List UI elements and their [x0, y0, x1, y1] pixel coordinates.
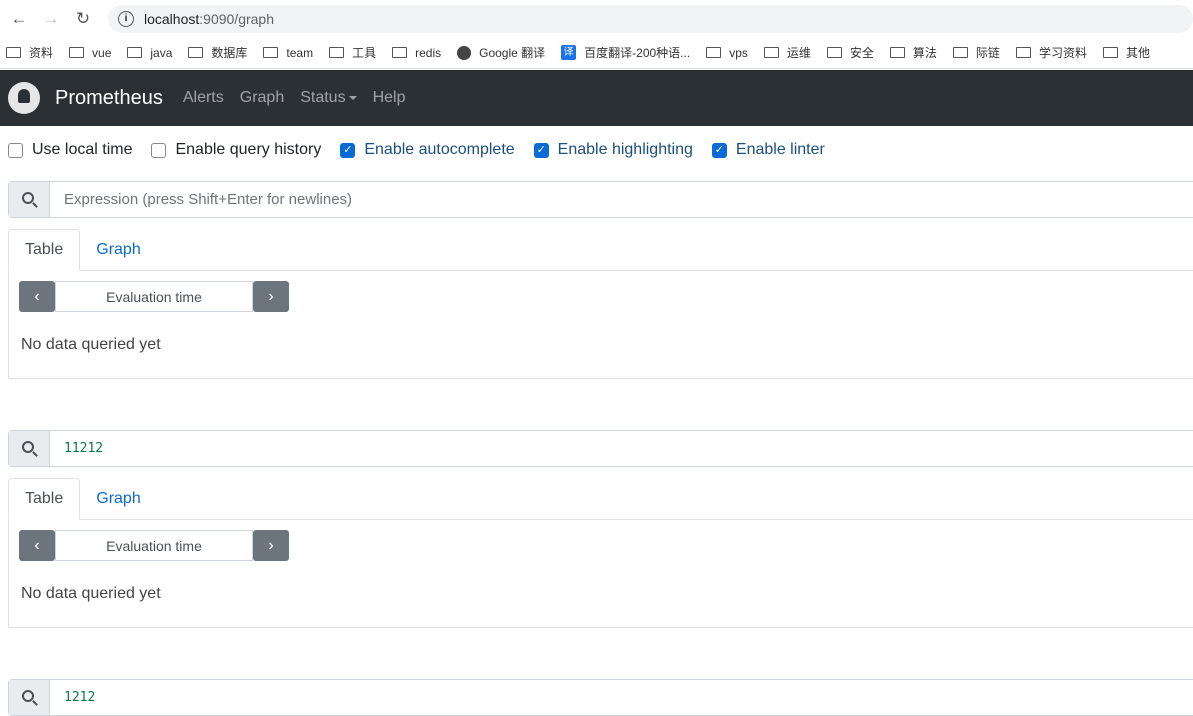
prometheus-logo[interactable]	[8, 82, 40, 114]
folder-icon	[1015, 47, 1031, 58]
tab-table[interactable]: Table	[8, 478, 81, 520]
nav-graph[interactable]: Graph	[240, 89, 284, 107]
evaluation-time-control: ‹ Evaluation time ›	[19, 530, 289, 561]
reload-icon[interactable]: ↻	[70, 9, 96, 29]
caret-down-icon	[348, 95, 357, 100]
folder-icon	[392, 47, 408, 58]
translate-icon: 译	[561, 45, 577, 60]
option-4[interactable]: ✓ Enable linter	[711, 141, 825, 159]
search-button[interactable]	[9, 431, 50, 466]
checkbox[interactable]	[8, 142, 23, 158]
folder-icon	[263, 47, 279, 58]
query-panel: 1212	[8, 679, 1193, 716]
folder-icon	[1102, 47, 1118, 58]
bookmarks-bar: 资料 vue java 数据库 team 工具 redis Google 翻译译百度翻译-20…	[0, 37, 1193, 69]
checkbox[interactable]	[151, 142, 167, 158]
expression-bar: 1212	[8, 679, 1193, 716]
bookmark[interactable]: 译百度翻译-200种语...	[561, 44, 690, 61]
tab-table[interactable]: Table	[8, 229, 81, 271]
checkbox[interactable]: ✓	[711, 142, 727, 158]
chevron-left-icon[interactable]: ‹	[19, 530, 55, 561]
table-view: ‹ Evaluation time › No data queried yet	[8, 520, 1193, 628]
evaluation-time-input[interactable]: Evaluation time	[55, 530, 253, 561]
options-bar: Use local time Enable query history ✓ Enabl…	[8, 141, 844, 159]
query-panel: 11212 Table Graph ‹ Evaluation time › No dat…	[8, 430, 1193, 628]
chevron-right-icon[interactable]: ›	[253, 530, 289, 561]
forward-icon[interactable]: →	[38, 9, 64, 29]
bookmark[interactable]: 学习资料	[1015, 44, 1087, 61]
search-button[interactable]	[9, 680, 50, 715]
folder-icon	[952, 47, 968, 58]
bookmark[interactable]: 其他	[1102, 44, 1150, 61]
panel-tabs: Table Graph	[8, 478, 1193, 520]
search-button[interactable]	[9, 182, 50, 217]
bookmark[interactable]: 算法	[889, 44, 937, 61]
browser-toolbar: ← → ↻ i localhost:9090/graph	[0, 0, 1193, 37]
folder-icon	[127, 47, 143, 58]
search-icon	[21, 192, 34, 204]
tab-graph[interactable]: Graph	[80, 229, 156, 270]
nav-alerts[interactable]: Alerts	[183, 89, 224, 107]
folder-icon	[6, 47, 21, 58]
info-icon[interactable]: i	[118, 10, 134, 27]
evaluation-time-control: ‹ Evaluation time ›	[19, 281, 289, 312]
chevron-left-icon[interactable]: ‹	[19, 281, 55, 312]
expression-input[interactable]: 1212	[50, 680, 1193, 715]
folder-icon	[706, 47, 722, 58]
table-view: ‹ Evaluation time › No data queried yet	[8, 271, 1193, 379]
search-icon	[21, 441, 34, 453]
bookmark[interactable]: 资料	[6, 44, 53, 61]
expression-bar: Expression (press Shift+Enter for newlin…	[8, 181, 1193, 218]
expression-input[interactable]: 11212	[50, 431, 1193, 466]
folder-icon	[763, 47, 779, 58]
folder-icon	[329, 47, 345, 58]
back-icon[interactable]: ←	[6, 9, 32, 29]
navbar: Prometheus Alerts Graph Status Help	[0, 70, 1193, 126]
folder-icon	[69, 47, 85, 58]
bookmark[interactable]: 际链	[952, 44, 1000, 61]
query-panel: Expression (press Shift+Enter for newlin…	[8, 181, 1193, 379]
bookmark[interactable]: 安全	[826, 44, 874, 61]
option-3[interactable]: ✓ Enable highlighting	[533, 141, 693, 159]
option-1[interactable]: Enable query history	[151, 141, 321, 159]
folder-icon	[826, 47, 842, 58]
option-0[interactable]: Use local time	[8, 141, 132, 159]
globe-icon	[457, 45, 472, 60]
bookmark[interactable]: redis	[392, 46, 441, 60]
expression-bar: 11212	[8, 430, 1193, 467]
empty-message: No data queried yet	[21, 336, 161, 353]
evaluation-time-input[interactable]: Evaluation time	[55, 281, 253, 312]
address-bar[interactable]: i localhost:9090/graph	[108, 4, 1193, 33]
folder-icon	[188, 47, 204, 58]
bookmark[interactable]: vue	[69, 46, 111, 60]
option-2[interactable]: ✓ Enable autocomplete	[340, 141, 515, 159]
bookmark[interactable]: Google 翻译	[457, 44, 545, 61]
bookmark[interactable]: 工具	[329, 44, 376, 61]
nav-help[interactable]: Help	[373, 89, 406, 107]
search-icon	[21, 690, 34, 702]
bookmark[interactable]: team	[263, 46, 313, 60]
bookmark[interactable]: 运维	[763, 44, 811, 61]
nav-status[interactable]: Status	[300, 89, 357, 107]
expression-input[interactable]: Expression (press Shift+Enter for newlin…	[50, 182, 1193, 217]
brand[interactable]: Prometheus	[55, 87, 163, 110]
bookmark[interactable]: java	[127, 46, 172, 60]
checkbox[interactable]: ✓	[340, 142, 356, 158]
empty-message: No data queried yet	[21, 585, 161, 602]
bookmark[interactable]: 数据库	[188, 44, 247, 61]
folder-icon	[889, 47, 905, 58]
checkbox[interactable]: ✓	[533, 142, 549, 158]
panel-tabs: Table Graph	[8, 229, 1193, 271]
chevron-right-icon[interactable]: ›	[253, 281, 289, 312]
bookmark[interactable]: vps	[706, 46, 748, 60]
tab-graph[interactable]: Graph	[80, 478, 156, 519]
